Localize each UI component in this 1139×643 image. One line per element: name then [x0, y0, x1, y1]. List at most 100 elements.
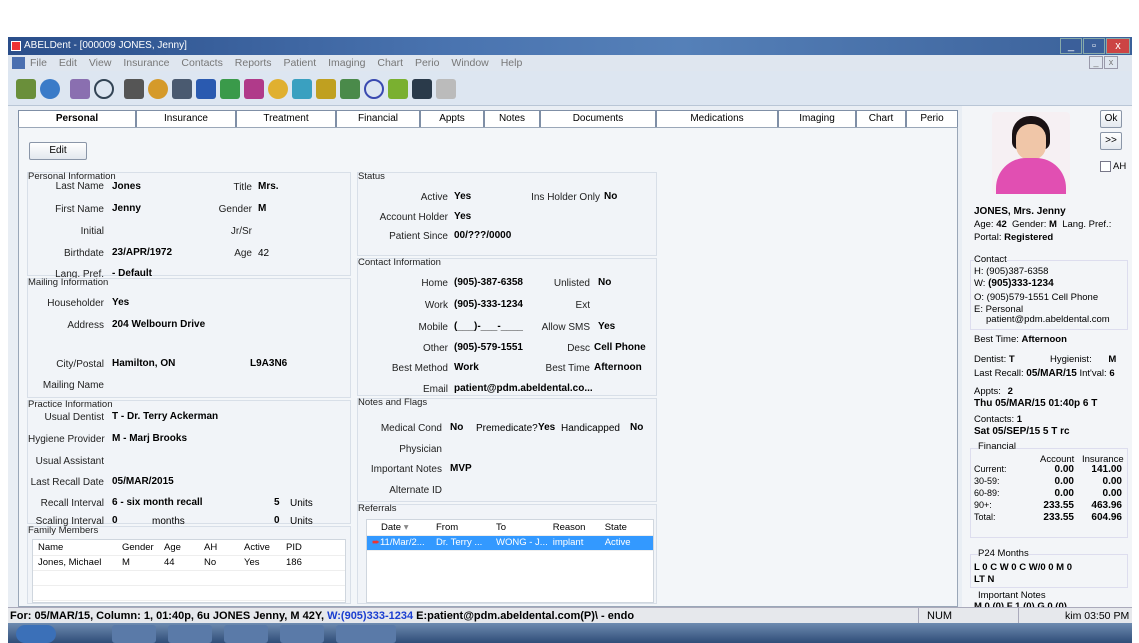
mdi-minimize-button[interactable]: _ [1089, 56, 1103, 69]
initial-label: Initial [80, 226, 104, 237]
contact-info-group: Contact Information Home (905)-387-6358 … [357, 257, 657, 396]
menu-chart[interactable]: Chart [377, 57, 403, 69]
claims-icon[interactable] [292, 79, 312, 99]
menu-app-icon[interactable] [12, 57, 25, 69]
edit-button[interactable]: Edit [29, 142, 87, 160]
col-active[interactable]: Active [239, 540, 281, 556]
mdi-close-button[interactable]: x [1104, 56, 1118, 69]
hygienist-line: Hygienist: M [1050, 354, 1117, 365]
col-ah[interactable]: AH [199, 540, 239, 556]
tab-chart[interactable]: Chart [856, 110, 906, 128]
col-reason[interactable]: Reason [547, 520, 600, 536]
chat-icon[interactable] [94, 79, 114, 99]
tab-perio[interactable]: Perio [906, 110, 958, 128]
taskbar-app-icon[interactable] [112, 625, 156, 643]
phone-icon[interactable] [124, 79, 144, 99]
col-pid[interactable]: PID [281, 540, 345, 556]
tools-icon[interactable] [388, 79, 408, 99]
taskbar-app-icon[interactable] [168, 625, 212, 643]
menu-view[interactable]: View [89, 57, 112, 69]
reports-icon[interactable] [316, 79, 336, 99]
patient-icon[interactable] [40, 79, 60, 99]
menu-contacts[interactable]: Contacts [181, 57, 222, 69]
table-row[interactable]: ➨11/Mar/2... Dr. Terry ... WONG - J... i… [367, 535, 653, 551]
first-name-label: First Name [55, 204, 104, 215]
expand-button[interactable]: >> [1100, 132, 1122, 150]
ah-checkbox[interactable] [1100, 161, 1111, 172]
gender-value: M [258, 203, 267, 214]
col-gender[interactable]: Gender [117, 540, 159, 556]
personal-panel: Edit Personal Information Last Name Jone… [18, 127, 958, 607]
patient-name: JONES, Mrs. Jenny [974, 206, 1066, 217]
menu-imaging[interactable]: Imaging [328, 57, 365, 69]
car-icon[interactable] [220, 79, 240, 99]
table-row[interactable]: Jones, Michael M 44 No Yes 186 [33, 555, 345, 571]
tab-treatment[interactable]: Treatment [236, 110, 336, 128]
col-state[interactable]: State [599, 520, 653, 536]
ok-button[interactable]: Ok [1100, 110, 1122, 128]
best-method-label: Best Method [391, 363, 448, 374]
other-label: Other [422, 343, 448, 354]
col-to[interactable]: To [491, 520, 548, 536]
close-button[interactable]: x [1106, 38, 1130, 54]
recall-icon[interactable] [244, 79, 264, 99]
menu-reports[interactable]: Reports [235, 57, 272, 69]
referral-icon[interactable] [268, 79, 288, 99]
units-label: Units [290, 498, 313, 509]
font-icon[interactable] [364, 79, 384, 99]
minimize-button[interactable]: _ [1060, 38, 1082, 54]
work-value: (905)-333-1234 [454, 299, 523, 310]
tab-financial[interactable]: Financial [336, 110, 420, 128]
premed-value: Yes [538, 422, 556, 433]
print-icon[interactable] [172, 79, 192, 99]
schedule-icon[interactable] [16, 79, 36, 99]
menu-help[interactable]: Help [501, 57, 523, 69]
account-holder-value: Yes [454, 211, 472, 222]
menu-window[interactable]: Window [451, 57, 488, 69]
cell-age: 44 [159, 555, 199, 571]
taskbar-app-icon[interactable] [336, 625, 396, 643]
home-label: Home [421, 278, 448, 289]
col-from[interactable]: From [431, 520, 491, 536]
tab-insurance[interactable]: Insurance [136, 110, 236, 128]
email-label: Email [422, 384, 448, 395]
taskbar-app-icon[interactable] [280, 625, 324, 643]
tab-notes[interactable]: Notes [484, 110, 540, 128]
col-age[interactable]: Age [159, 540, 199, 556]
tab-documents[interactable]: Documents [540, 110, 656, 128]
menu-patient[interactable]: Patient [283, 57, 316, 69]
hygiene-value: M - Marj Brooks [112, 433, 188, 444]
family-icon[interactable] [148, 79, 168, 99]
start-button[interactable] [16, 625, 56, 643]
title-label: Title [233, 182, 252, 193]
tab-appts[interactable]: Appts [420, 110, 484, 128]
tab-imaging[interactable]: Imaging [778, 110, 856, 128]
physician-label: Physician [399, 444, 442, 455]
contacts-line: Contacts: 1 [974, 414, 1023, 425]
status-phone-link[interactable]: W:(905)333-1234 [327, 610, 413, 622]
address-value: 204 Welbourn Drive [112, 319, 206, 330]
contact-entry-line: Sat 05/SEP/15 5 T rc [974, 426, 1070, 437]
imaging-icon[interactable] [412, 79, 432, 99]
num-indicator: NUM [918, 608, 1018, 624]
fin-row: Current: 0.00 141.00 [974, 464, 1122, 475]
menu-insurance[interactable]: Insurance [123, 57, 169, 69]
menu-bar: File Edit View Insurance Contacts Report… [8, 55, 1132, 71]
sms-value: Yes [598, 321, 616, 332]
chart-icon[interactable] [340, 79, 360, 99]
maximize-button[interactable]: ▫ [1083, 38, 1105, 54]
menu-file[interactable]: File [30, 57, 47, 69]
ledger-icon[interactable] [196, 79, 216, 99]
jrsr-label: Jr/Sr [230, 226, 252, 237]
tab-medications[interactable]: Medications [656, 110, 778, 128]
cell-reason: implant [547, 535, 600, 551]
menu-edit[interactable]: Edit [59, 57, 77, 69]
col-name[interactable]: Name [33, 540, 117, 556]
col-date[interactable]: Date ▾ [367, 520, 431, 536]
menu-perio[interactable]: Perio [415, 57, 440, 69]
patient-since-label: Patient Since [389, 231, 448, 242]
transaction-icon[interactable] [70, 79, 90, 99]
group-label: Notes and Flags [358, 397, 428, 408]
taskbar-app-icon[interactable] [224, 625, 268, 643]
window-title: ABELDent - [000009 JONES, Jenny] [24, 40, 187, 51]
